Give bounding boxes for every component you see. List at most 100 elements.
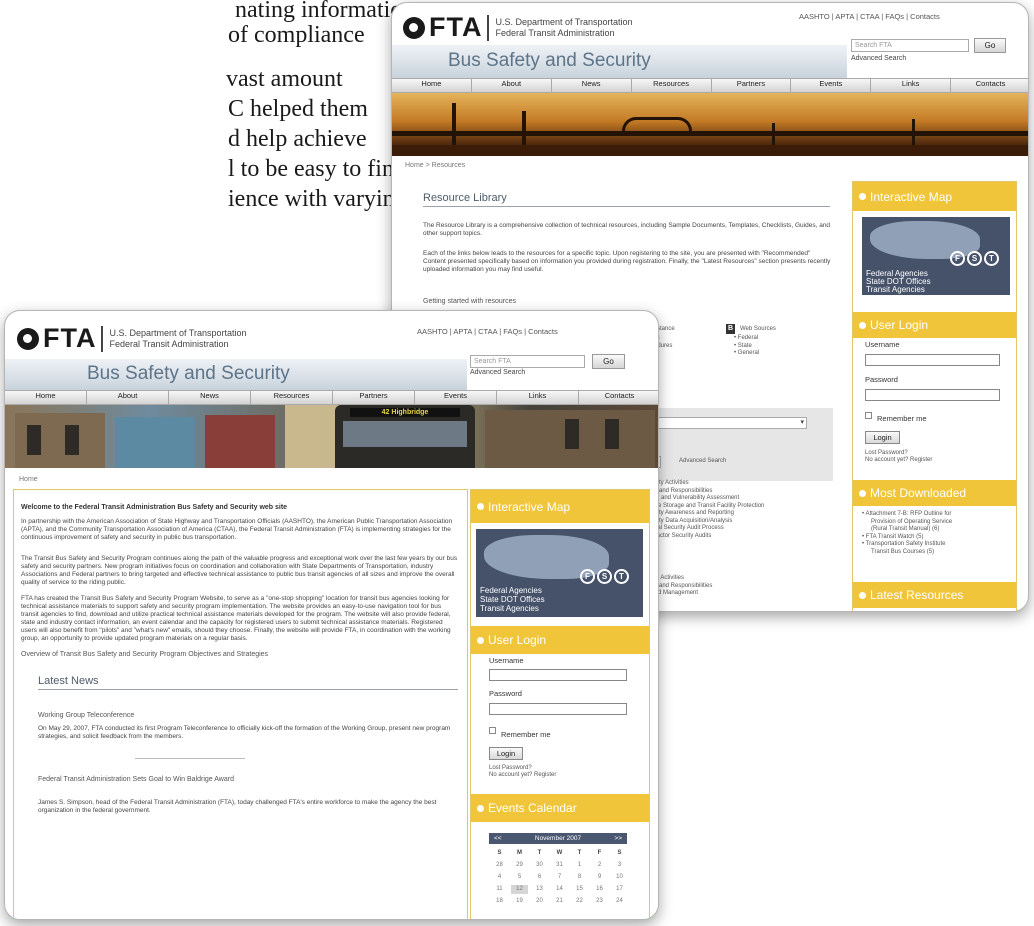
download-item[interactable]: • FTA Transit Watch (5) <box>862 534 952 542</box>
register-link[interactable]: Register <box>534 772 556 778</box>
map-label-transit[interactable]: Transit Agencies <box>866 285 925 294</box>
login-button[interactable]: Login <box>489 747 523 760</box>
calendar-day[interactable]: 14 <box>551 885 568 894</box>
web-source-item[interactable]: • General <box>734 350 759 358</box>
overview-link[interactable]: Overview of Transit Bus Safety and Secur… <box>21 651 268 658</box>
download-label[interactable]: Provision of Operating Service <box>862 519 952 527</box>
download-item[interactable]: • Attachment 7-B: RFP Outline for <box>862 511 952 519</box>
download-label[interactable]: Transit Bus Courses (5) <box>862 549 952 557</box>
search-input[interactable]: Search FTA <box>851 39 969 52</box>
nav-about[interactable]: About <box>87 391 169 404</box>
calendar-day[interactable]: 22 <box>571 897 588 906</box>
advanced-search-link-2[interactable]: Advanced Search <box>679 458 726 466</box>
state-ring-icon[interactable]: S <box>967 251 982 266</box>
go-button[interactable]: Go <box>592 354 625 369</box>
calendar-day[interactable]: 3 <box>611 861 628 870</box>
nav-resources[interactable]: Resources <box>632 79 712 92</box>
news-item-title[interactable]: Working Group Teleconference <box>38 712 134 719</box>
calendar-day[interactable]: 28 <box>491 861 508 870</box>
login-button[interactable]: Login <box>865 431 900 444</box>
search-input[interactable]: Search FTA <box>470 355 585 368</box>
calendar-day[interactable]: 5 <box>511 873 528 882</box>
register-link[interactable]: Register <box>910 457 932 463</box>
fta-logo[interactable]: FTA U.S. Department of Transportation Fe… <box>403 12 633 43</box>
topic-select[interactable]: ▾ <box>647 417 807 429</box>
calendar-day[interactable]: 16 <box>591 885 608 894</box>
calendar-day[interactable]: 8 <box>571 873 588 882</box>
download-label[interactable]: (Rural Transit Manual) (6) <box>862 526 952 534</box>
prev-month-button[interactable]: << <box>494 835 502 842</box>
calendar-day[interactable]: 9 <box>591 873 608 882</box>
state-ring-icon[interactable]: S <box>597 569 612 584</box>
nav-events[interactable]: Events <box>415 391 497 404</box>
transit-ring-icon[interactable]: T <box>984 251 999 266</box>
web-source-item[interactable]: • State <box>734 343 759 351</box>
breadcrumb[interactable]: Home > Resources <box>405 162 465 169</box>
calendar-day[interactable]: 7 <box>551 873 568 882</box>
news-item-title[interactable]: Federal Transit Administration Sets Goal… <box>38 776 234 783</box>
go-button[interactable]: Go <box>974 38 1006 53</box>
interactive-map[interactable]: F S T Federal Agencies State DOT Offices… <box>862 217 1010 295</box>
top-links[interactable]: AASHTO | APTA | CTAA | FAQs | Contacts <box>799 12 940 21</box>
calendar-day[interactable]: 29 <box>511 861 528 870</box>
calendar-day[interactable]: 21 <box>551 897 568 906</box>
username-input[interactable] <box>489 669 627 681</box>
nav-partners[interactable]: Partners <box>333 391 415 404</box>
fta-logo[interactable]: FTA U.S. Department of Transportation Fe… <box>17 323 247 354</box>
calendar-day[interactable]: 10 <box>611 873 628 882</box>
password-input[interactable] <box>489 703 627 715</box>
calendar-day[interactable]: 24 <box>611 897 628 906</box>
nav-contacts[interactable]: Contacts <box>579 391 658 404</box>
activity-item[interactable]: Threat and Vulnerability Assessment <box>642 495 764 503</box>
activity-item[interactable]: Contractor Security Audits <box>642 533 764 541</box>
calendar-day[interactable]: 4 <box>491 873 508 882</box>
nav-contacts[interactable]: Contacts <box>951 79 1028 92</box>
calendar-day[interactable]: 2 <box>591 861 608 870</box>
calendar-day[interactable]: 15 <box>571 885 588 894</box>
breadcrumb[interactable]: Home <box>19 476 38 483</box>
federal-ring-icon[interactable]: F <box>580 569 595 584</box>
calendar-day[interactable]: 13 <box>531 885 548 894</box>
map-label-state[interactable]: State DOT Offices <box>480 595 545 604</box>
calendar-day-today[interactable]: 12 <box>511 885 528 894</box>
getting-started-link[interactable]: Getting started with resources <box>423 298 516 305</box>
calendar-day[interactable]: 17 <box>611 885 628 894</box>
nav-about[interactable]: About <box>472 79 552 92</box>
nav-links[interactable]: Links <box>497 391 579 404</box>
top-links[interactable]: AASHTO | APTA | CTAA | FAQs | Contacts <box>417 327 558 336</box>
activity-item[interactable]: Security Awareness and Reporting <box>642 510 764 518</box>
map-label-federal[interactable]: Federal Agencies <box>480 586 542 595</box>
web-source-item[interactable]: • Federal <box>734 335 759 343</box>
calendar-day[interactable]: 30 <box>531 861 548 870</box>
activity-item[interactable]: Internal Security Audit Process <box>642 525 764 533</box>
calendar-day[interactable]: 18 <box>491 897 508 906</box>
remember-checkbox[interactable] <box>489 727 496 734</box>
download-item[interactable]: • Transportation Safety Institute <box>862 541 952 549</box>
calendar-day[interactable]: 1 <box>571 861 588 870</box>
nav-events[interactable]: Events <box>791 79 872 92</box>
advanced-search-link[interactable]: Advanced Search <box>851 55 906 62</box>
nav-home[interactable]: Home <box>392 79 472 92</box>
calendar-day[interactable]: 31 <box>551 861 568 870</box>
nav-partners[interactable]: Partners <box>712 79 792 92</box>
activity-item[interactable]: Security Activities <box>642 480 764 488</box>
nav-news[interactable]: News <box>552 79 632 92</box>
transit-ring-icon[interactable]: T <box>614 569 629 584</box>
nav-resources[interactable]: Resources <box>251 391 333 404</box>
activity-item[interactable]: Roles and Responsibilities <box>642 488 764 496</box>
next-month-button[interactable]: >> <box>614 835 622 842</box>
calendar-day[interactable]: 6 <box>531 873 548 882</box>
activity-item[interactable]: Security Data Acquisition/Analysis <box>642 518 764 526</box>
calendar-day[interactable]: 20 <box>531 897 548 906</box>
nav-news[interactable]: News <box>169 391 251 404</box>
web-sources-heading[interactable]: Web Sources <box>740 326 776 334</box>
password-input[interactable] <box>865 389 1000 401</box>
map-label-transit[interactable]: Transit Agencies <box>480 604 539 613</box>
nav-home[interactable]: Home <box>5 391 87 404</box>
activity-item[interactable]: Vehicle Storage and Transit Facility Pro… <box>642 503 764 511</box>
calendar-day[interactable]: 11 <box>491 885 508 894</box>
advanced-search-link[interactable]: Advanced Search <box>470 369 525 376</box>
username-input[interactable] <box>865 354 1000 366</box>
calendar-day[interactable]: 23 <box>591 897 608 906</box>
federal-ring-icon[interactable]: F <box>950 251 965 266</box>
